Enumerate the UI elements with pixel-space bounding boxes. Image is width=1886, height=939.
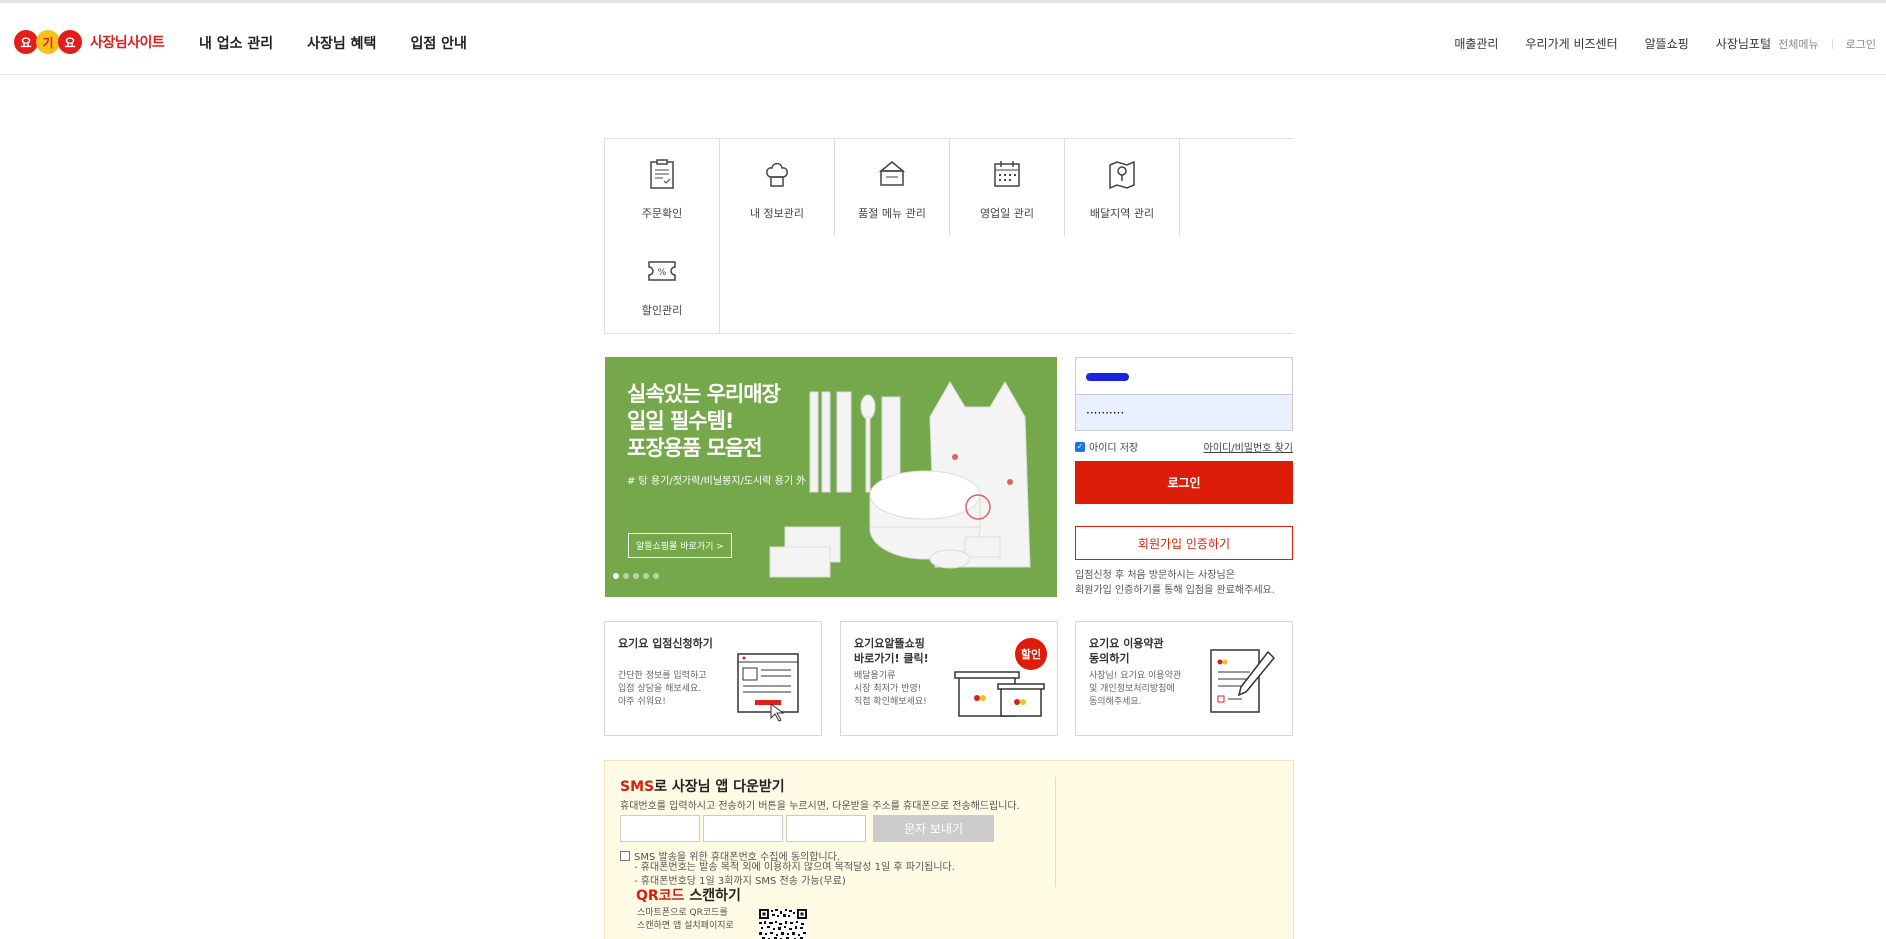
svg-text:%: %: [658, 268, 667, 278]
clipboard-icon: [650, 159, 674, 189]
menu-sign-icon: [878, 161, 906, 186]
redacted-id-scribble: [1086, 373, 1129, 381]
main-nav: 내 업소 관리 사장님 혜택 입점 안내: [199, 33, 501, 53]
quick-order-check[interactable]: 주문확인: [605, 139, 720, 236]
card-desc: 사장님! 요기요 이용약관 및 개인정보처리방침에 동의해주세요.: [1089, 671, 1182, 707]
util-shopping[interactable]: 알뜰쇼핑: [1645, 35, 1689, 52]
slide-dot[interactable]: [653, 573, 659, 579]
sms-divider: [1055, 777, 1056, 887]
login-options: ✓ 아이디 저장 아이디/비밀번호 찾기: [1075, 439, 1293, 454]
join-description: 입점신청 후 처음 방문하시는 사장님은 회원가입 인증하기를 통해 입점을 완…: [1075, 568, 1293, 598]
calendar-icon: [994, 161, 1020, 187]
phone-input-2[interactable]: [703, 815, 783, 842]
card-title: 요기요 입점신청하기: [618, 637, 713, 650]
logo-char-3: 요: [58, 30, 82, 54]
sms-title: SMS로 사장님 앱 다운받기: [620, 776, 785, 796]
phone-input-3[interactable]: [786, 815, 866, 842]
sms-note: - 휴대폰번호는 발송 목적 외에 이용하지 않으며 목적달성 1일 후 파기됩…: [634, 862, 955, 873]
quick-label: 배달지역 관리: [1089, 207, 1155, 220]
banner-title-line: 포장용품 모음전: [627, 436, 763, 460]
quick-my-info[interactable]: 내 정보관리: [720, 139, 835, 236]
quick-label: 주문확인: [641, 207, 683, 220]
quick-delivery-area[interactable]: 배달지역 관리: [1065, 139, 1180, 236]
banner-title-line: 실속있는 우리매장: [627, 382, 781, 406]
agree-checkbox[interactable]: [620, 850, 630, 861]
find-id-password-link[interactable]: 아이디/비밀번호 찾기: [1204, 439, 1293, 454]
send-sms-button[interactable]: 문자 보내기: [873, 815, 994, 842]
quick-label: 영업일 관리: [979, 207, 1035, 220]
sale-badge: 할인: [1021, 647, 1041, 661]
chef-hat-icon: [766, 162, 788, 187]
quick-business-days[interactable]: 영업일 관리: [950, 139, 1065, 236]
banner-shop-button[interactable]: 알뜰쇼핑몰 바로가기 >: [628, 533, 732, 558]
sms-desc: 휴대번호를 입력하시고 전송하기 버튼을 누르시면, 다운받을 주소를 휴대폰으…: [620, 801, 1020, 812]
util-sales[interactable]: 매출관리: [1454, 35, 1498, 52]
quick-soldout-menu[interactable]: 품절 메뉴 관리: [835, 139, 950, 236]
card-title: 요기요 이용약관 동의하기: [1089, 637, 1164, 665]
header-login-link[interactable]: 로그인: [1846, 36, 1876, 52]
phone-inputs: 문자 보내기: [620, 815, 994, 842]
card-terms-agree[interactable]: 요기요 이용약관 동의하기 사장님! 요기요 이용약관 및 개인정보처리방침에 …: [1075, 621, 1293, 736]
card-desc: 배달용기류 시장 최저가 반영! 직접 확인해보세요!: [854, 671, 927, 707]
slide-dot[interactable]: [643, 573, 649, 579]
join-desc-line: 회원가입 인증하기를 통해 입점을 완료해주세요.: [1075, 585, 1275, 596]
quick-label: 할인관리: [641, 304, 683, 317]
qr-code: [759, 909, 807, 939]
save-id-label: 아이디 저장: [1089, 443, 1139, 454]
container-sale-icon: 할인: [954, 638, 1047, 717]
map-pin-icon: [1109, 160, 1135, 189]
sms-title-rest: 로 사장님 앱 다운받기: [654, 779, 785, 795]
sms-app-download: SMS로 사장님 앱 다운받기 휴대번호를 입력하시고 전송하기 버튼을 누르시…: [604, 760, 1294, 939]
browser-form-icon: [737, 653, 799, 722]
qr-title: QR코드 스캔하기: [636, 885, 741, 905]
id-input[interactable]: [1075, 357, 1293, 394]
join-desc-line: 입점신청 후 처음 방문하시는 사장님은: [1075, 570, 1235, 581]
nav-join-guide[interactable]: 입점 안내: [410, 33, 466, 53]
slide-dot[interactable]: [623, 573, 629, 579]
promo-banner[interactable]: 실속있는 우리매장 일일 필수템! 포장용품 모음전 # 탕 용기/젓가락/비닐…: [605, 357, 1057, 597]
nav-owner-benefits[interactable]: 사장님 혜택: [307, 33, 376, 53]
divider: [1831, 39, 1833, 49]
phone-input-1[interactable]: [620, 815, 700, 842]
slide-dot[interactable]: [633, 573, 639, 579]
save-id-checkbox[interactable]: ✓ 아이디 저장: [1075, 439, 1138, 454]
join-verify-button[interactable]: 회원가입 인증하기: [1075, 526, 1293, 560]
coupon-icon: %: [648, 261, 676, 281]
util-owner-portal[interactable]: 사장님포털: [1716, 35, 1771, 52]
logo-text: 사장님사이트: [90, 35, 165, 51]
header: 요 기 요 사장님사이트 내 업소 관리 사장님 혜택 입점 안내 매출관리 우…: [0, 4, 1886, 75]
banner-title: 실속있는 우리매장 일일 필수템! 포장용품 모음전: [627, 381, 781, 462]
quick-label: 품절 메뉴 관리: [858, 207, 926, 220]
logo[interactable]: 요 기 요 사장님사이트: [14, 30, 165, 54]
nav-my-store[interactable]: 내 업소 관리: [199, 33, 273, 53]
all-menu-link[interactable]: 전체메뉴: [1778, 36, 1818, 52]
qr-desc: 스마트폰으로 QR코드를 스캔하면 앱 설치페이지로: [637, 908, 734, 931]
banner-pagination: [613, 573, 663, 579]
qr-title-rest: 스캔하기: [684, 888, 741, 904]
card-desc: 간단한 정보를 입력하고 입점 상담을 해보세요. 아주 쉬워요!: [618, 671, 707, 707]
card-apply-store[interactable]: 요기요 입점신청하기 간단한 정보를 입력하고 입점 상담을 해보세요. 아주 …: [604, 621, 822, 736]
document-pen-icon: [1210, 649, 1276, 713]
qr-title-red: QR코드: [636, 888, 685, 904]
logo-char-2: 기: [36, 30, 60, 54]
quick-label: 내 정보관리: [749, 207, 805, 220]
util-nav: 매출관리 우리가게 비즈센터 알뜰쇼핑 사장님포털: [1427, 35, 1771, 52]
sms-title-red: SMS: [620, 779, 655, 795]
login-button[interactable]: 로그인: [1075, 461, 1293, 504]
banner-title-line: 일일 필수템!: [627, 409, 734, 433]
util-biz-center[interactable]: 우리가게 비즈센터: [1525, 35, 1617, 52]
card-shopping-mall[interactable]: 요기요알뜰쇼핑 바로가기! 클릭! 배달용기류 시장 최저가 반영! 직접 확인…: [840, 621, 1058, 736]
checkbox-checked-icon: ✓: [1075, 441, 1085, 452]
password-input[interactable]: ··········: [1075, 394, 1293, 431]
login-box: ·········· ✓ 아이디 저장 아이디/비밀번호 찾기 로그인 회원가입…: [1075, 357, 1293, 598]
packaging-illustration: [769, 381, 1031, 578]
util-secondary: 전체메뉴 로그인: [1778, 36, 1876, 52]
card-title: 요기요알뜰쇼핑 바로가기! 클릭!: [854, 637, 929, 665]
slide-dot[interactable]: [613, 573, 619, 579]
quick-discount[interactable]: % 할인관리: [605, 236, 720, 333]
logo-char-1: 요: [14, 30, 38, 54]
quick-menu: 주문확인 내 정보관리 품절 메뉴 관리 영업일 관리 배달지역 관리 % 할인…: [604, 138, 1294, 334]
